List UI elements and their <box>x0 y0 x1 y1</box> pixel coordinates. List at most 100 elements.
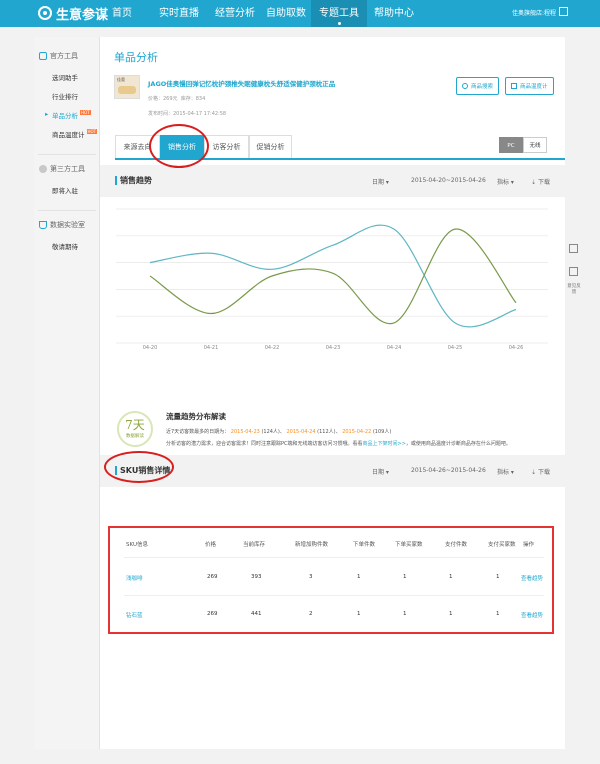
metric-label: 指标 <box>497 469 510 476</box>
chart-grid <box>116 208 548 344</box>
sidebar-group-third-party: 第三方工具 <box>39 164 85 174</box>
row-divider <box>124 557 544 558</box>
sidebar-group-lab: 数据实验室 <box>39 220 85 230</box>
x-tick-label: 04-22 <box>265 345 280 351</box>
x-tick-label: 04-20 <box>143 345 158 351</box>
logout-icon[interactable] <box>559 7 568 16</box>
brand-logo-icon <box>38 6 52 20</box>
interpretation-top-days: 近7天访客数最多的日期为： 2015-04-23 (124人)、 2015-04… <box>166 428 391 435</box>
annotation-circle-sku-title <box>104 451 174 483</box>
sku-name-link[interactable]: 钻石蓝 <box>126 611 143 619</box>
brand-logo[interactable]: 生意参谋 <box>38 2 108 24</box>
col-stock: 当前库存 <box>243 542 266 548</box>
cell-stock: 441 <box>251 611 262 617</box>
nav-business[interactable]: 经营分析 <box>207 0 263 27</box>
cell-price: 269 <box>207 574 218 580</box>
interp-date-3: 2015-04-22 <box>342 429 372 435</box>
top-navbar: 生意参谋 首页 实时直播 经营分析 自助取数 专题工具 帮助中心 佳奥旗舰店:程… <box>0 0 600 27</box>
hot-badge: HOT <box>86 129 98 134</box>
nav-topic-tools[interactable]: 专题工具 <box>311 0 367 27</box>
sidebar-divider <box>38 210 96 211</box>
floating-toolbar: 意见反馈 <box>567 239 581 309</box>
interp-value-2: (112人)、 <box>317 429 341 435</box>
interp-advice-tail: ，或使用商品温度计诊断商品存在什么问题吧。 <box>405 441 511 447</box>
nav-self-fetch[interactable]: 自助取数 <box>258 0 314 27</box>
sidebar-group-label: 第三方工具 <box>50 165 85 173</box>
series-line-1 <box>149 228 517 325</box>
data-interpretation-badge: 7天 数据解读 <box>117 411 153 447</box>
interp-date-2: 2015-04-24 <box>286 429 316 435</box>
col-action: 操作 <box>523 542 535 548</box>
sku-download-button[interactable]: ⇣ 下载 <box>531 467 550 476</box>
shelf-time-link[interactable]: 商品上下架时间>> <box>363 441 406 447</box>
sidebar-group-label: 数据实验室 <box>50 221 85 229</box>
brand-name: 生意参谋 <box>56 7 109 23</box>
cell-paid-items: 1 <box>449 611 453 617</box>
qr-code-icon[interactable] <box>569 244 578 253</box>
interp-prefix: 近7天访客数最多的日期为： <box>166 429 230 435</box>
interp-value-3: (109人) <box>372 429 392 435</box>
date-label: 日期 <box>372 469 385 476</box>
chart-x-ticks: 04-20 04-21 04-22 04-23 04-24 04-25 04-26 <box>143 345 524 351</box>
sidebar-group-official: 官方工具 <box>39 51 78 61</box>
badge-number: 7天 <box>125 418 145 432</box>
col-order-buyers[interactable]: 下单买家数 <box>395 540 423 548</box>
feedback-label[interactable]: 意见反馈 <box>567 283 581 295</box>
cell-order-buyers: 1 <box>403 574 407 580</box>
sku-name-link[interactable]: 浅咖啡 <box>126 574 143 582</box>
x-tick-label: 04-21 <box>204 345 219 351</box>
row-divider <box>124 595 544 596</box>
cell-order-items: 1 <box>357 574 361 580</box>
interp-date-1: 2015-04-23 <box>230 429 260 435</box>
chart-series <box>149 224 517 328</box>
sales-trend-chart: 04-20 04-21 04-22 04-23 04-24 04-25 04-26 <box>116 208 548 351</box>
x-tick-label: 04-24 <box>387 345 402 351</box>
cell-stock: 393 <box>251 574 262 580</box>
sidebar-item-label: 单品分析 <box>52 112 78 120</box>
interpretation-title: 流量趋势分布解读 <box>166 412 226 421</box>
view-trend-link[interactable]: 查看趋势 <box>521 611 543 619</box>
sidebar-item-ranking[interactable]: 行业排行 <box>52 91 78 101</box>
col-paid-items[interactable]: 支付件数 <box>445 540 467 548</box>
annotation-circle-sales-tab <box>149 124 209 168</box>
series-line-0 <box>149 224 517 328</box>
interpretation-advice: 分析访客的潜力需求，迎合访客需求！同时注意跟踪PC端和无线端访客访问习惯哦。看看… <box>166 440 511 447</box>
sidebar-group-label: 官方工具 <box>50 52 78 60</box>
sidebar: 官方工具 选词助手 行业排行 单品分析HOT 商品温度计HOT 第三方工具 即将… <box>34 37 100 749</box>
nav-home[interactable]: 首页 <box>104 0 140 27</box>
cell-paid-buyers: 1 <box>496 611 500 617</box>
sidebar-item-keyword[interactable]: 选词助手 <box>52 72 78 82</box>
col-sku: SKU信息 <box>126 542 148 548</box>
cell-order-items: 1 <box>357 611 361 617</box>
sidebar-item-coming[interactable]: 即将入驻 <box>52 185 78 195</box>
x-tick-label: 04-25 <box>448 345 463 351</box>
cell-add-cart: 2 <box>309 611 313 617</box>
flask-icon <box>39 221 47 229</box>
badge-label: 数据解读 <box>126 434 144 439</box>
nav-help[interactable]: 帮助中心 <box>366 0 422 27</box>
download-label: 下载 <box>537 469 550 476</box>
col-paid-buyers[interactable]: 支付买家数 <box>488 540 516 548</box>
cell-paid-items: 1 <box>449 574 453 580</box>
sidebar-item-thermometer[interactable]: 商品温度计 HOT <box>52 129 98 139</box>
col-price: 价格 <box>205 542 217 548</box>
cell-price: 269 <box>207 611 218 617</box>
sidebar-item-stay-tuned[interactable]: 敬请期待 <box>52 241 78 251</box>
cell-order-buyers: 1 <box>403 611 407 617</box>
nav-live[interactable]: 实时直播 <box>151 0 207 27</box>
user-name[interactable]: 佳奥旗舰店:程程 <box>512 8 556 17</box>
sku-metric-dropdown[interactable]: 指标 ▾ <box>497 467 514 476</box>
interp-value-1: (124人)、 <box>261 429 285 435</box>
interp-advice-text: 分析访客的潜力需求，迎合访客需求！同时注意跟踪PC端和无线端访客访问习惯哦。看看 <box>166 441 363 447</box>
sidebar-item-single-product[interactable]: 单品分析HOT <box>45 110 91 120</box>
x-tick-label: 04-26 <box>509 345 524 351</box>
sku-table: SKU信息 价格 当前库存 新增加购件数 下单件数 下单买家数 支付件数 支付买… <box>108 526 554 634</box>
col-add-cart[interactable]: 新增加购件数 <box>295 540 328 548</box>
col-order-items[interactable]: 下单件数 <box>353 540 375 548</box>
sku-date-dropdown[interactable]: 日期 ▾ <box>372 467 389 476</box>
feedback-icon[interactable] <box>569 267 578 276</box>
shield-icon <box>39 52 47 60</box>
view-trend-link[interactable]: 查看趋势 <box>521 574 543 582</box>
sku-date-range[interactable]: 2015-04-26~2015-04-26 <box>411 467 486 474</box>
cell-add-cart: 3 <box>309 574 313 580</box>
